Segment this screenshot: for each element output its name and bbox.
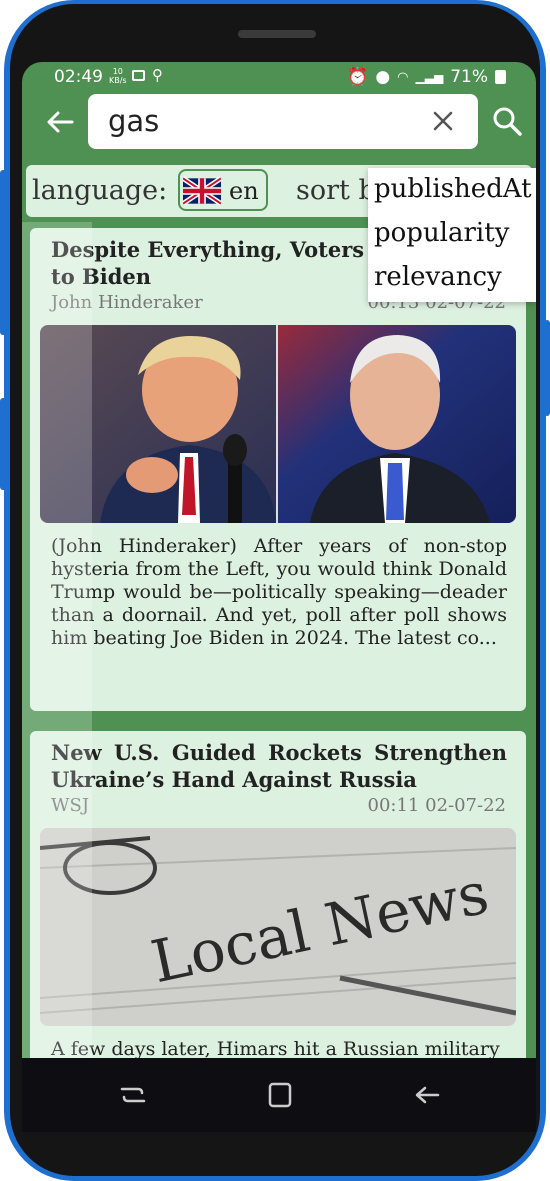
phone-side-button	[0, 170, 8, 335]
article-date: 00:11 02-07-22	[367, 795, 506, 816]
article-image	[40, 325, 516, 523]
sort-option-publishedat[interactable]: publishedAt	[374, 174, 532, 204]
phone-side-button	[544, 320, 550, 416]
uk-flag-icon	[183, 176, 221, 206]
article-description: (John Hinderaker) After years of non-sto…	[51, 535, 507, 649]
status-time: 02:49	[54, 67, 103, 87]
article-source: John Hinderaker	[51, 292, 203, 313]
recent-apps-icon[interactable]	[118, 1080, 148, 1110]
language-selector[interactable]: en	[178, 169, 268, 211]
phone-speaker	[238, 30, 316, 38]
language-label: language:	[32, 175, 168, 206]
article-title: New U.S. Guided Rockets Strengthen Ukrai…	[51, 740, 507, 792]
search-icon[interactable]	[492, 106, 522, 136]
search-field[interactable]: gas	[88, 94, 478, 149]
language-code: en	[229, 177, 259, 205]
home-icon[interactable]	[265, 1080, 295, 1110]
close-icon[interactable]	[430, 108, 456, 134]
status-bar: 02:49 10 KB/s ⚲ ⏰ ● ◠ ▁▃▅ 71%	[22, 62, 536, 92]
wifi-icon: ◠	[397, 69, 409, 85]
app-screen: 02:49 10 KB/s ⚲ ⏰ ● ◠ ▁▃▅ 71% gas langua…	[22, 62, 536, 1062]
back-icon[interactable]	[412, 1080, 442, 1110]
sort-option-popularity[interactable]: popularity	[374, 218, 509, 248]
battery-icon	[495, 70, 506, 84]
article-card[interactable]: New U.S. Guided Rockets Strengthen Ukrai…	[30, 731, 526, 1062]
sort-dropdown-menu: publishedAt popularity relevancy	[368, 168, 536, 302]
status-right: ⏰ ● ◠ ▁▃▅ 71%	[347, 67, 506, 87]
alarm-icon: ⏰	[347, 67, 369, 87]
navigation-bar	[22, 1058, 536, 1132]
network-speed: 10 KB/s	[109, 67, 127, 85]
search-input[interactable]: gas	[108, 104, 159, 138]
sort-label[interactable]: sort b	[296, 175, 376, 206]
article-image: Local News	[40, 828, 516, 1026]
article-source: WSJ	[51, 795, 90, 816]
location-icon: ⚲	[152, 66, 163, 84]
gallery-icon	[132, 70, 145, 81]
location-icon: ●	[375, 67, 391, 87]
battery-percent: 71%	[450, 67, 488, 87]
back-arrow-icon[interactable]	[42, 104, 78, 140]
phone-side-button	[0, 398, 8, 490]
sort-option-relevancy[interactable]: relevancy	[374, 262, 502, 292]
politicians-photo	[40, 325, 516, 523]
newspaper-photo: Local News	[40, 828, 516, 1026]
signal-icon: ▁▃▅	[415, 70, 444, 84]
